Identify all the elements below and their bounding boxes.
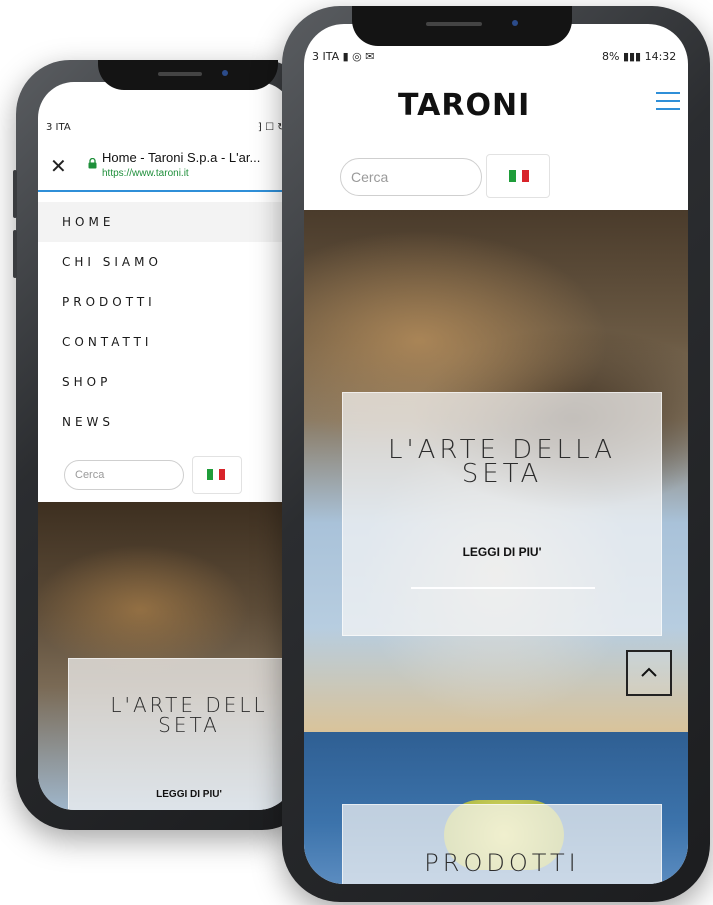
front-phone: 3 ITA ▮ ◎ ✉ 8% ▮▮▮ 14:32 TARONI Cerca L'…	[282, 6, 710, 902]
status-right: 8% ▮▮▮ 14:32	[602, 50, 677, 63]
notch	[98, 60, 278, 90]
hero-title-line2: SETA	[461, 459, 543, 489]
status-left: 3 ITA	[46, 122, 71, 133]
back-phone: 3 ITA ⁆ ☐ ↻ ✕ Home - Taroni S.p.a - L'ar…	[13, 60, 316, 830]
italy-flag-icon	[207, 469, 225, 480]
speaker	[158, 72, 202, 76]
language-button[interactable]	[486, 154, 550, 198]
close-icon[interactable]: ✕	[50, 154, 67, 179]
page-title: Home - Taroni S.p.a - L'ar...	[102, 150, 261, 165]
status-left: 3 ITA ▮ ◎ ✉	[312, 50, 375, 63]
speaker	[426, 22, 482, 26]
section-title: PRODOTTI	[424, 849, 580, 877]
chevron-up-icon	[641, 667, 657, 677]
nav-item-home[interactable]: HOME	[38, 202, 294, 242]
nav-item-prodotti[interactable]: PRODOTTI	[38, 282, 294, 322]
nav-item-news[interactable]: NEWS	[38, 402, 294, 442]
progress-bar	[38, 190, 294, 192]
nav-item-shop[interactable]: SHOP	[38, 362, 294, 402]
volume-button	[13, 170, 17, 218]
scroll-top-button[interactable]	[626, 650, 672, 696]
read-more-link[interactable]: LEGGI DI PIU'	[343, 545, 661, 559]
hero-title-line1: L'ARTE DELL	[110, 693, 268, 717]
back-screen: 3 ITA ⁆ ☐ ↻ ✕ Home - Taroni S.p.a - L'ar…	[38, 82, 294, 810]
hamburger-icon[interactable]	[656, 92, 680, 110]
url-text[interactable]: https://www.taroni.it	[102, 168, 189, 179]
search-input[interactable]: Cerca	[64, 460, 184, 490]
nav-item-chi-siamo[interactable]: CHI SIAMO	[38, 242, 294, 282]
language-button[interactable]	[192, 456, 242, 494]
hero-overlay: L'ARTE DELLA SETA LEGGI DI PIU'	[342, 392, 662, 636]
lock-icon	[88, 156, 97, 169]
notch	[352, 6, 572, 46]
search-input[interactable]: Cerca	[340, 158, 482, 196]
brand-logo[interactable]: TARONI	[398, 88, 530, 123]
divider	[411, 587, 595, 589]
camera	[512, 20, 518, 26]
hero-title-line2: SETA	[158, 713, 220, 737]
browser-bar: ✕ Home - Taroni S.p.a - L'ar... https://…	[38, 144, 294, 192]
nav-item-contatti[interactable]: CONTATTI	[38, 322, 294, 362]
volume-button	[13, 230, 17, 278]
section-overlay: PRODOTTI	[342, 804, 662, 884]
italy-flag-icon	[509, 170, 529, 182]
camera	[222, 70, 228, 76]
front-screen: 3 ITA ▮ ◎ ✉ 8% ▮▮▮ 14:32 TARONI Cerca L'…	[304, 24, 688, 884]
read-more-link[interactable]: LEGGI DI PIU'	[69, 789, 294, 800]
hero-overlay: L'ARTE DELL SETA LEGGI DI PIU'	[68, 658, 294, 810]
